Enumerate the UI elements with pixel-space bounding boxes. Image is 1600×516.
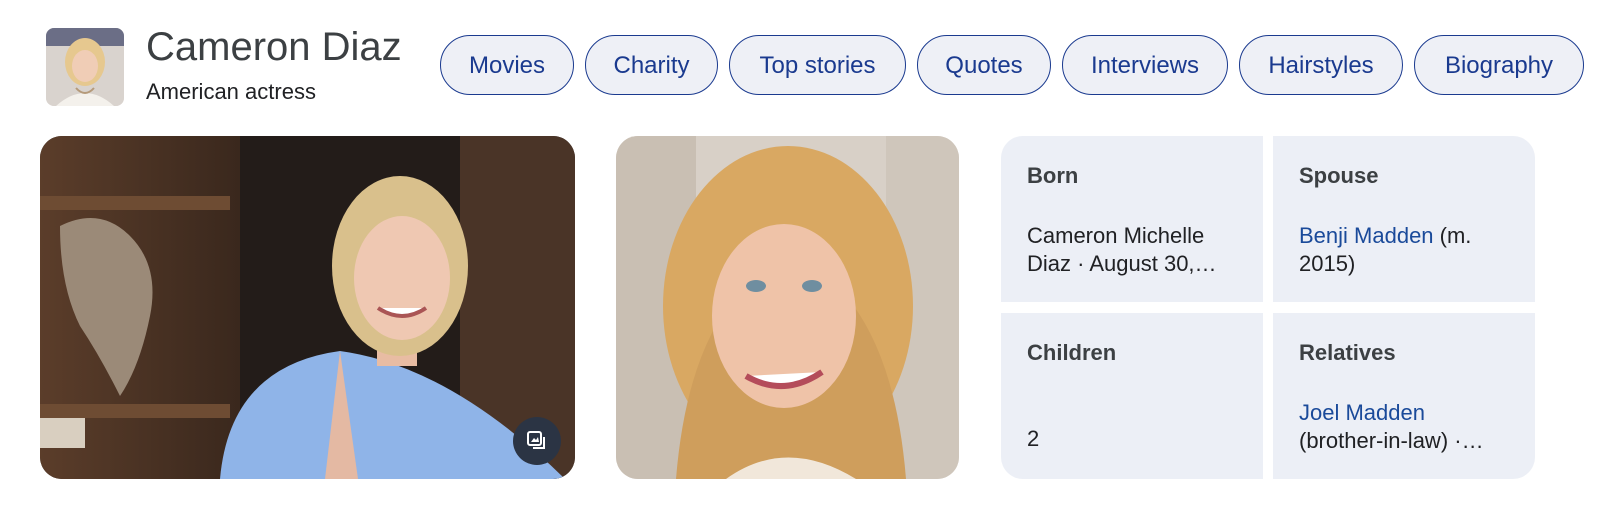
chip-movies[interactable]: Movies [440, 35, 574, 95]
fact-born-line1: Cameron Michelle [1027, 223, 1205, 248]
chip-biography[interactable]: Biography [1414, 35, 1584, 95]
fact-born-label: Born [1027, 163, 1079, 188]
relatives-link[interactable]: Joel Madden [1299, 400, 1425, 425]
fact-children-value: 2 [1027, 426, 1040, 451]
fact-spouse-label: Spouse [1299, 163, 1379, 188]
chip-hairstyles[interactable]: Hairstyles [1239, 35, 1403, 95]
profile-thumbnail[interactable] [46, 28, 124, 106]
fact-born-value: Cameron Michelle Diaz · August 30,… [1027, 222, 1243, 278]
entity-title: Cameron Diaz [146, 25, 402, 69]
fact-relatives-value: Joel Madden (brother-in-law) ·… [1299, 399, 1515, 455]
spouse-suffix: (m. [1433, 223, 1472, 248]
fact-relatives-label: Relatives [1299, 340, 1396, 365]
entity-description: American actress [146, 79, 316, 104]
photo-interview [40, 136, 575, 479]
fact-children-label: Children [1027, 340, 1117, 365]
chip-top-stories[interactable]: Top stories [729, 35, 906, 95]
relatives-line2: (brother-in-law) ·… [1299, 428, 1484, 453]
photo-portrait [616, 136, 959, 479]
image-tile-1[interactable] [40, 136, 575, 479]
fact-born: Born Cameron Michelle Diaz · August 30,… [1001, 136, 1263, 302]
spouse-line2: 2015) [1299, 251, 1356, 276]
image-expand-icon [527, 431, 545, 449]
fact-spouse: Spouse Benji Madden (m. 2015) [1273, 136, 1535, 302]
fact-spouse-value: Benji Madden (m. 2015) [1299, 222, 1515, 278]
chip-charity[interactable]: Charity [585, 35, 718, 95]
spouse-link[interactable]: Benji Madden [1299, 223, 1434, 248]
fact-born-line2: Diaz · August 30,… [1027, 251, 1217, 276]
expand-image-button[interactable] [513, 417, 561, 465]
chip-quotes[interactable]: Quotes [917, 35, 1051, 95]
fact-relatives: Relatives Joel Madden (brother-in-law) ·… [1273, 313, 1535, 479]
chip-interviews[interactable]: Interviews [1062, 35, 1228, 95]
fact-children: Children 2 [1001, 313, 1263, 479]
profile-thumbnail-image [46, 28, 124, 106]
knowledge-panel: Cameron Diaz American actress Movies Cha… [0, 0, 1600, 516]
image-tile-2[interactable] [616, 136, 959, 479]
